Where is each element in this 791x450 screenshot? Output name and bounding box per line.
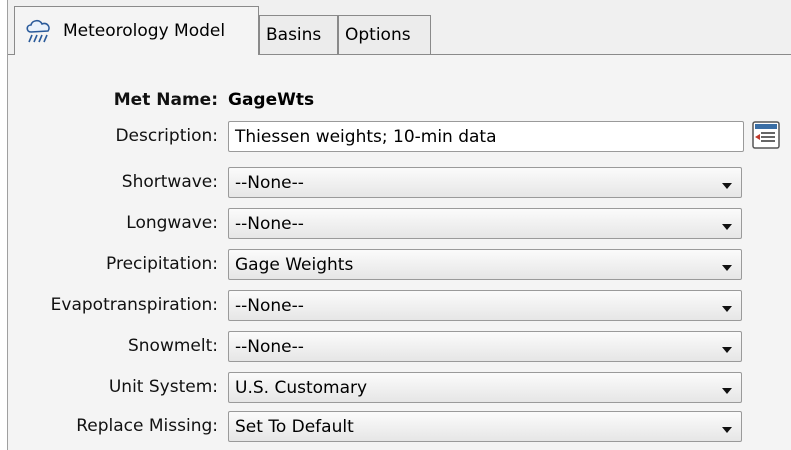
- unit-system-select[interactable]: U.S. Customary: [228, 372, 742, 403]
- precipitation-value: Gage Weights: [235, 254, 354, 275]
- chevron-down-icon: [722, 223, 732, 230]
- tab-label: Basins: [266, 25, 322, 45]
- met-name-label: Met Name:: [113, 90, 218, 110]
- chevron-down-icon: [722, 346, 732, 353]
- tab-label: Meteorology Model: [63, 21, 226, 41]
- replace-missing-value: Set To Default: [235, 416, 354, 437]
- tab-label: Options: [345, 25, 411, 45]
- tab-options[interactable]: Options: [338, 15, 431, 54]
- shortwave-value: --None--: [235, 172, 304, 193]
- shortwave-label: Shortwave:: [121, 172, 218, 192]
- longwave-select[interactable]: --None--: [228, 208, 742, 239]
- chevron-down-icon: [722, 264, 732, 271]
- chevron-down-icon: [722, 426, 732, 433]
- snowmelt-value: --None--: [235, 336, 304, 357]
- unit-system-value: U.S. Customary: [235, 377, 368, 398]
- chevron-down-icon: [722, 182, 732, 189]
- snowmelt-label: Snowmelt:: [127, 336, 218, 356]
- snowmelt-select[interactable]: --None--: [228, 331, 742, 362]
- description-value: Thiessen weights; 10-min data: [235, 126, 497, 147]
- tab-basins[interactable]: Basins: [259, 15, 338, 54]
- description-field[interactable]: Thiessen weights; 10-min data: [228, 121, 744, 152]
- unit-system-label: Unit System:: [108, 377, 218, 397]
- chevron-down-icon: [722, 305, 732, 312]
- description-label: Description:: [115, 126, 218, 146]
- replace-missing-select[interactable]: Set To Default: [228, 411, 742, 442]
- text-editor-icon[interactable]: [752, 121, 780, 149]
- tab-meteorology-model[interactable]: Meteorology Model: [14, 6, 259, 55]
- chevron-down-icon: [722, 387, 732, 394]
- precipitation-select[interactable]: Gage Weights: [228, 249, 742, 280]
- longwave-value: --None--: [235, 213, 304, 234]
- evapotranspiration-label: Evapotranspiration:: [50, 295, 218, 315]
- evapotranspiration-select[interactable]: --None--: [228, 290, 742, 321]
- shortwave-select[interactable]: --None--: [228, 167, 742, 198]
- replace-missing-label: Replace Missing:: [76, 416, 218, 436]
- longwave-label: Longwave:: [126, 213, 218, 233]
- meteorology-icon: [23, 16, 57, 46]
- met-name-value: GageWts: [228, 90, 315, 110]
- precipitation-label: Precipitation:: [106, 254, 218, 274]
- evapotranspiration-value: --None--: [235, 295, 304, 316]
